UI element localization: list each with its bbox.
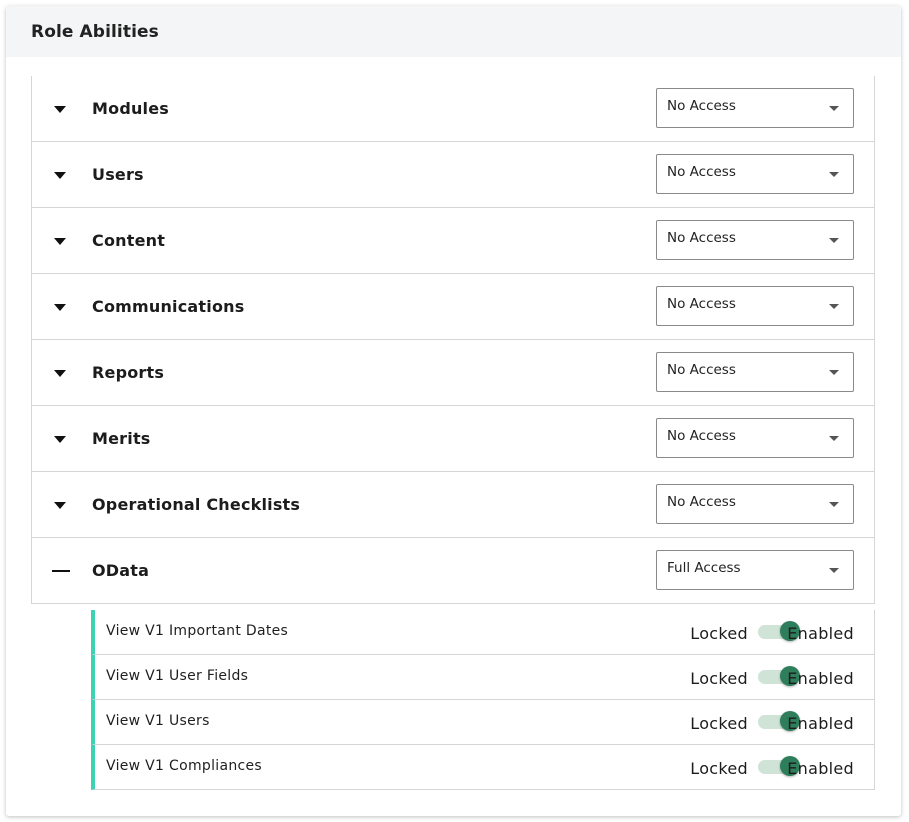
locked-label: Locked: [690, 669, 748, 688]
chevron-down-icon: [829, 567, 839, 573]
section-row-users: Users No Access: [31, 142, 875, 208]
caret-down-icon[interactable]: [54, 435, 68, 446]
chevron-down-icon: [829, 171, 839, 177]
ability-row: View V1 User Fields Locked Enabled: [91, 655, 875, 700]
card-title: Role Abilities: [31, 21, 159, 42]
access-select-reports[interactable]: No Access: [656, 351, 854, 392]
access-select-value: No Access: [667, 427, 736, 444]
section-label: OData: [92, 561, 150, 580]
section-label: Content: [92, 231, 166, 250]
enabled-label: Enabled: [787, 624, 854, 643]
caret-down-icon[interactable]: [54, 501, 68, 512]
section-row-content: Content No Access: [31, 208, 875, 274]
access-select-value: No Access: [667, 97, 736, 114]
section-row-communications: Communications No Access: [31, 274, 875, 340]
ability-label: View V1 User Fields: [106, 668, 249, 684]
access-select-communications[interactable]: No Access: [656, 285, 854, 326]
enabled-label: Enabled: [787, 714, 854, 733]
chevron-down-icon: [829, 369, 839, 375]
locked-label: Locked: [690, 714, 748, 733]
access-select-users[interactable]: No Access: [656, 153, 854, 194]
caret-down-icon[interactable]: [54, 171, 68, 182]
access-select-modules[interactable]: No Access: [656, 87, 854, 128]
section-label: Reports: [92, 363, 165, 382]
ability-label: View V1 Important Dates: [106, 623, 289, 639]
section-row-odata: OData Full Access: [31, 538, 875, 604]
ability-row: View V1 Users Locked Enabled: [91, 700, 875, 745]
access-select-value: No Access: [667, 163, 736, 180]
section-label: Merits: [92, 429, 151, 448]
section-row-modules: Modules No Access: [31, 76, 875, 142]
access-select-operational-checklists[interactable]: No Access: [656, 483, 854, 524]
abilities-list: Modules No Access Users No Access Conten…: [31, 76, 875, 604]
section-label: Communications: [92, 297, 245, 316]
section-label: Modules: [92, 99, 170, 118]
section-row-operational-checklists: Operational Checklists No Access: [31, 472, 875, 538]
minus-icon[interactable]: [52, 568, 70, 578]
ability-label: View V1 Users: [106, 713, 210, 729]
caret-down-icon[interactable]: [54, 237, 68, 248]
locked-label: Locked: [690, 759, 748, 778]
enabled-label: Enabled: [787, 669, 854, 688]
section-row-reports: Reports No Access: [31, 340, 875, 406]
ability-row: View V1 Important Dates Locked Enabled: [91, 610, 875, 655]
role-abilities-card: Role Abilities Modules No Access Users N…: [6, 6, 901, 816]
section-label: Operational Checklists: [92, 495, 301, 514]
chevron-down-icon: [829, 105, 839, 111]
odata-abilities-list: View V1 Important Dates Locked Enabled V…: [91, 610, 875, 790]
access-select-content[interactable]: No Access: [656, 219, 854, 260]
locked-label: Locked: [690, 624, 748, 643]
caret-down-icon[interactable]: [54, 105, 68, 116]
caret-down-icon[interactable]: [54, 369, 68, 380]
caret-down-icon[interactable]: [54, 303, 68, 314]
access-select-value: No Access: [667, 493, 736, 510]
access-select-merits[interactable]: No Access: [656, 417, 854, 458]
access-select-value: No Access: [667, 229, 736, 246]
ability-row: View V1 Compliances Locked Enabled: [91, 745, 875, 790]
chevron-down-icon: [829, 435, 839, 441]
access-select-value: No Access: [667, 295, 736, 312]
chevron-down-icon: [829, 303, 839, 309]
enabled-label: Enabled: [787, 759, 854, 778]
access-select-value: No Access: [667, 361, 736, 378]
ability-label: View V1 Compliances: [106, 758, 263, 774]
chevron-down-icon: [829, 501, 839, 507]
chevron-down-icon: [829, 237, 839, 243]
access-select-value: Full Access: [667, 559, 741, 576]
card-header: Role Abilities: [6, 6, 901, 57]
section-row-merits: Merits No Access: [31, 406, 875, 472]
access-select-odata[interactable]: Full Access: [656, 549, 854, 590]
section-label: Users: [92, 165, 144, 184]
